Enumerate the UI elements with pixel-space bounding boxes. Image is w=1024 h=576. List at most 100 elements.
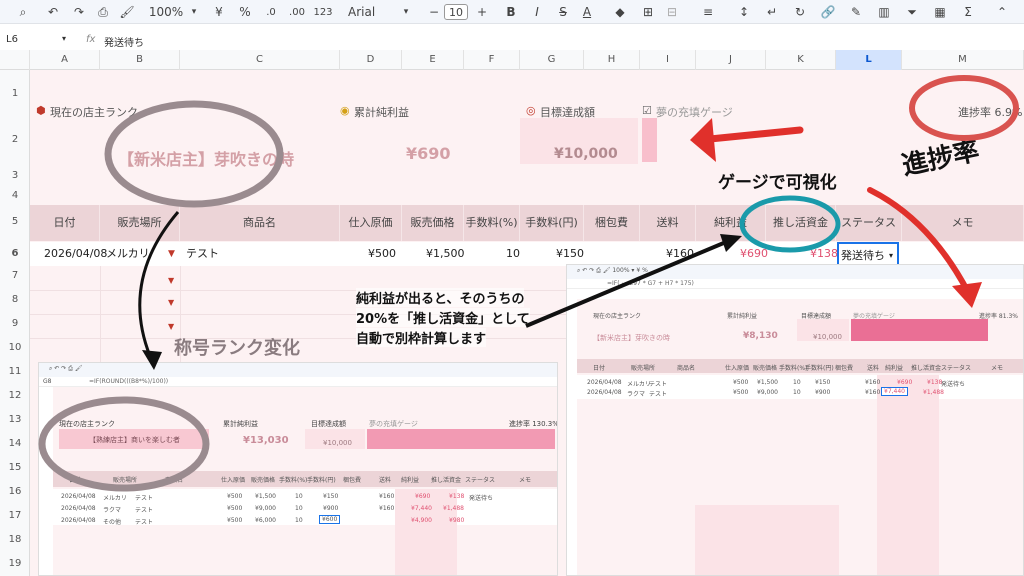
header-cell[interactable]: 商品名 xyxy=(180,205,340,241)
header-cell[interactable]: 手数料(円) xyxy=(520,205,584,241)
row-header[interactable]: 1 xyxy=(0,88,30,99)
italic-button[interactable]: I xyxy=(530,2,544,22)
dropdown-arrow-icon[interactable]: ▼ xyxy=(168,242,175,266)
cell-price[interactable]: ¥1,500 xyxy=(426,242,465,266)
column-header[interactable]: I xyxy=(640,50,696,70)
column-header[interactable]: H xyxy=(584,50,640,70)
redo-icon[interactable]: ↷ xyxy=(70,2,88,22)
column-header[interactable]: A xyxy=(30,50,100,70)
row-header[interactable]: 8 xyxy=(0,294,30,305)
bold-button[interactable]: B xyxy=(504,2,518,22)
column-header[interactable]: F xyxy=(464,50,520,70)
font-size-increase-button[interactable]: + xyxy=(476,2,488,22)
row-header[interactable]: 15 xyxy=(0,462,30,473)
row-header[interactable]: 14 xyxy=(0,438,30,449)
cell-date[interactable]: 2026/04/08 xyxy=(44,242,107,266)
chevron-down-icon[interactable]: ▾ xyxy=(400,2,412,22)
cell-fee-pct[interactable]: 10 xyxy=(506,242,520,266)
column-header-selected[interactable]: L xyxy=(836,50,902,70)
filter-icon[interactable]: ⏷ xyxy=(904,2,920,22)
cell-place[interactable]: メルカリ xyxy=(106,242,150,266)
cell-cost[interactable]: ¥500 xyxy=(368,242,396,266)
row-header[interactable]: 2 xyxy=(0,134,30,145)
header-cell[interactable]: 梱包費 xyxy=(584,205,640,241)
mini-cell: 2026/04/08 xyxy=(61,505,96,512)
print-icon[interactable]: ⎙ xyxy=(94,2,112,22)
chevron-down-icon[interactable]: ▾ xyxy=(188,2,200,22)
dropdown-arrow-icon[interactable]: ▼ xyxy=(168,322,174,331)
header-cell[interactable]: 仕入原価 xyxy=(340,205,402,241)
status-dropdown[interactable]: 発送待ち ▾ xyxy=(837,242,899,266)
cell-item[interactable]: テスト xyxy=(186,242,219,266)
row-header[interactable]: 5 xyxy=(0,216,30,227)
undo-icon[interactable]: ↶ xyxy=(44,2,62,22)
increase-decimal-button[interactable]: .00 xyxy=(286,2,308,22)
column-header[interactable]: D xyxy=(340,50,402,70)
font-select[interactable]: Arial xyxy=(348,2,388,22)
row-header[interactable]: 18 xyxy=(0,534,30,545)
column-header[interactable]: K xyxy=(766,50,836,70)
text-color-button[interactable]: A xyxy=(580,2,594,22)
row-header[interactable]: 9 xyxy=(0,318,30,329)
fill-color-icon[interactable]: ◆ xyxy=(612,2,628,22)
number-format-button[interactable]: 123 xyxy=(312,2,334,22)
header-cell[interactable]: ステータス xyxy=(836,205,902,241)
row-header[interactable]: 16 xyxy=(0,486,30,497)
header-cell[interactable]: 日付 xyxy=(30,205,100,241)
comment-icon[interactable]: ✎ xyxy=(848,2,864,22)
cell-oshi[interactable]: ¥138 xyxy=(810,242,838,266)
header-cell[interactable]: 販売価格 xyxy=(402,205,464,241)
zoom-select[interactable]: 100% xyxy=(146,2,186,22)
functions-icon[interactable]: Σ xyxy=(960,2,976,22)
strikethrough-button[interactable]: S xyxy=(556,2,570,22)
filter-views-icon[interactable]: ▦ xyxy=(932,2,948,22)
column-header[interactable]: B xyxy=(100,50,180,70)
header-cell[interactable]: 手数料(%) xyxy=(464,205,520,241)
currency-button[interactable]: ¥ xyxy=(212,2,226,22)
row-header[interactable]: 11 xyxy=(0,366,30,377)
name-box[interactable]: L6 xyxy=(6,34,18,45)
merge-icon[interactable]: ⊟ xyxy=(664,2,680,22)
column-header[interactable]: M xyxy=(902,50,1024,70)
link-icon[interactable]: 🔗 xyxy=(820,2,836,22)
row-header[interactable]: 4 xyxy=(0,190,30,201)
row-header[interactable]: 3 xyxy=(0,170,30,181)
row-header[interactable]: 12 xyxy=(0,390,30,401)
row-header[interactable]: 7 xyxy=(0,270,30,281)
decrease-decimal-button[interactable]: .0 xyxy=(262,2,280,22)
valign-icon[interactable]: ↕ xyxy=(736,2,752,22)
collapse-toolbar-icon[interactable]: ⌃ xyxy=(994,2,1010,22)
align-left-icon[interactable]: ≡ xyxy=(700,2,716,22)
percent-button[interactable]: % xyxy=(238,2,252,22)
wrap-icon[interactable]: ↵ xyxy=(764,2,780,22)
cell-fee-yen[interactable]: ¥150 xyxy=(556,242,584,266)
row-header[interactable]: 13 xyxy=(0,414,30,425)
cell-profit[interactable]: ¥690 xyxy=(740,242,768,266)
dropdown-arrow-icon[interactable]: ▼ xyxy=(168,298,174,307)
font-size-input[interactable]: 10 xyxy=(444,4,468,20)
rotate-icon[interactable]: ↻ xyxy=(792,2,808,22)
header-cell[interactable]: 送料 xyxy=(640,205,696,241)
font-size-decrease-button[interactable]: − xyxy=(428,2,440,22)
chevron-down-icon[interactable]: ▾ xyxy=(62,34,66,43)
row-header[interactable]: 10 xyxy=(0,342,30,353)
search-icon[interactable]: ⌕ xyxy=(14,2,32,22)
cell-shipping[interactable]: ¥160 xyxy=(666,242,694,266)
paint-format-icon[interactable]: 🖌 xyxy=(118,2,136,22)
header-cell[interactable]: 販売場所 xyxy=(100,205,180,241)
header-cell[interactable]: 純利益 xyxy=(696,205,766,241)
header-cell[interactable]: メモ xyxy=(902,205,1024,241)
row-header[interactable]: 17 xyxy=(0,510,30,521)
borders-icon[interactable]: ⊞ xyxy=(640,2,656,22)
column-header[interactable]: E xyxy=(402,50,464,70)
column-header[interactable]: C xyxy=(180,50,340,70)
chart-icon[interactable]: ▥ xyxy=(876,2,892,22)
column-header[interactable]: G xyxy=(520,50,584,70)
header-cell[interactable]: 推し活資金 xyxy=(766,205,836,241)
row-header-selected[interactable]: 6 xyxy=(0,248,30,259)
row-header[interactable]: 19 xyxy=(0,558,30,569)
formula-input[interactable]: 発送待ち xyxy=(104,34,144,49)
select-all-corner[interactable] xyxy=(0,50,30,70)
dropdown-arrow-icon[interactable]: ▼ xyxy=(168,276,174,285)
column-header[interactable]: J xyxy=(696,50,766,70)
